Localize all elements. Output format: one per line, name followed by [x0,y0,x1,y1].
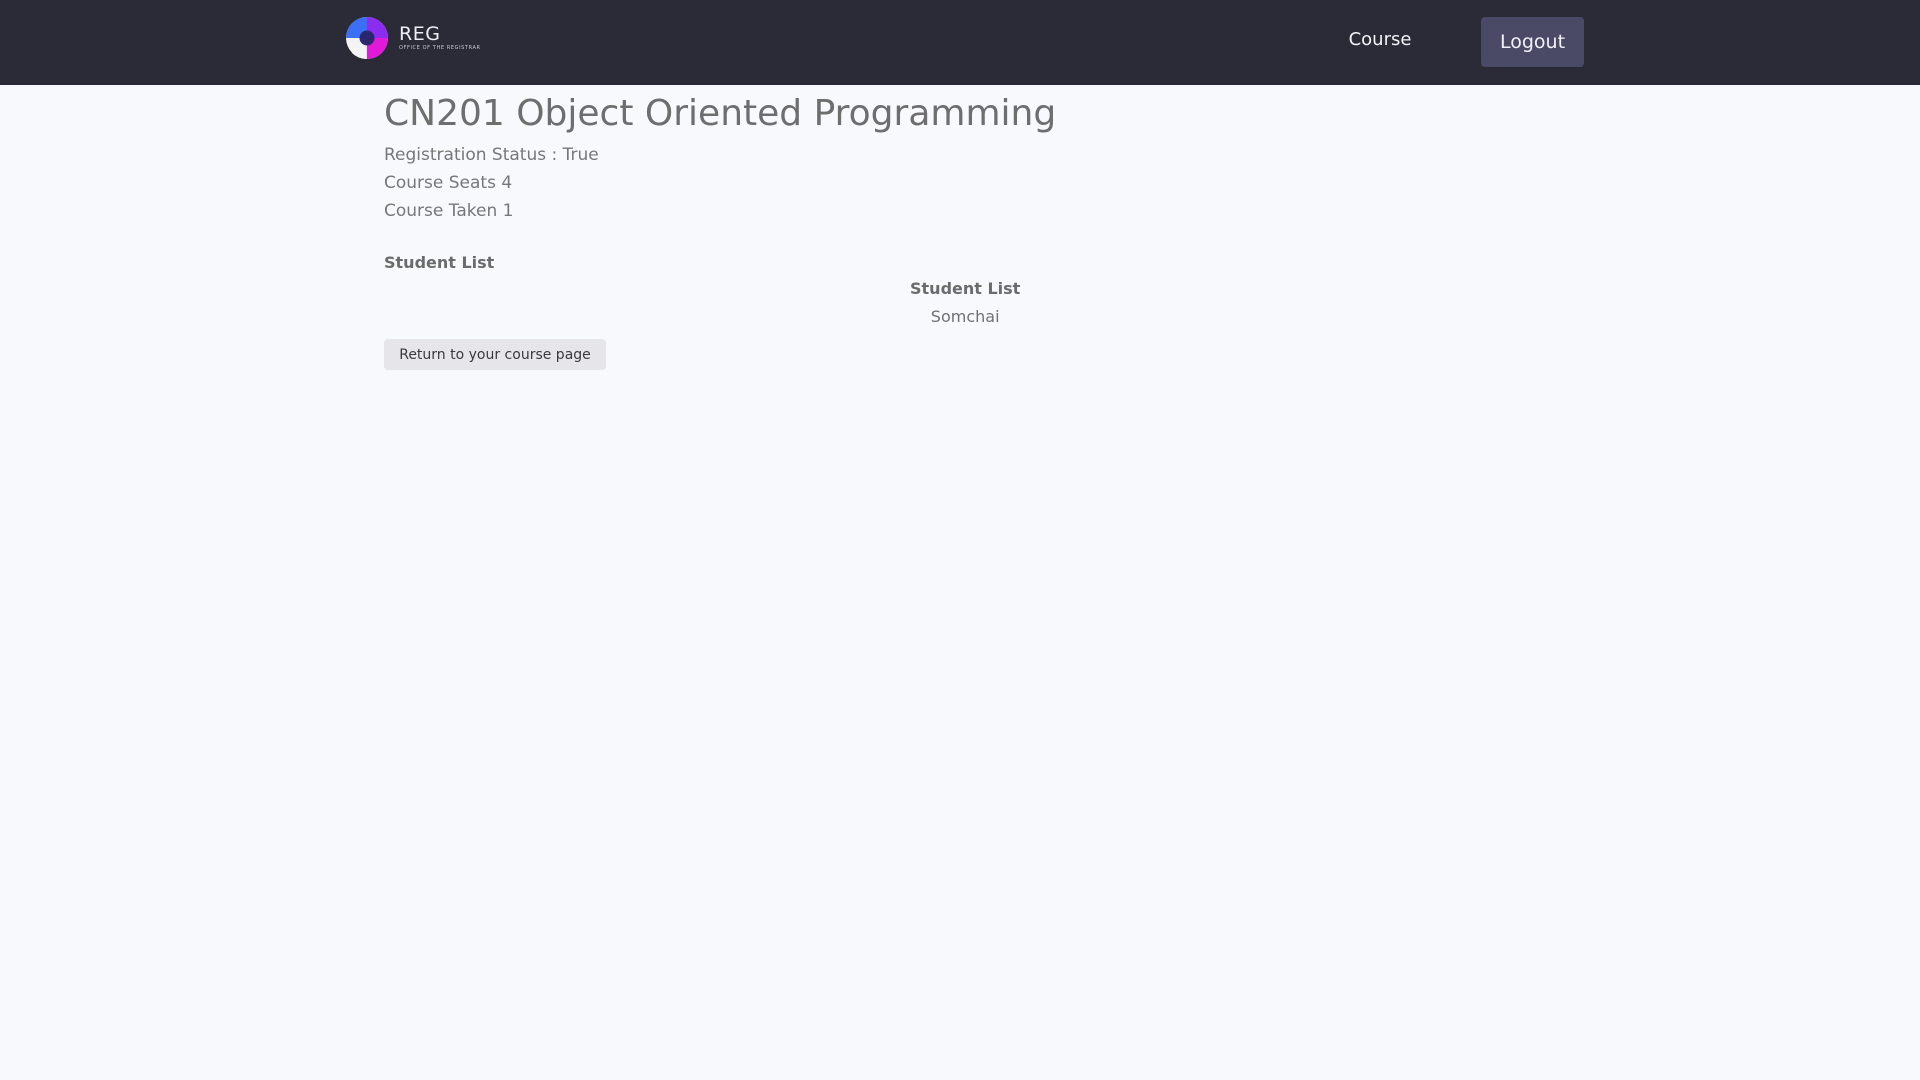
return-to-course-page-button[interactable]: Return to your course page [384,339,606,370]
top-navbar: REG OFFICE OF THE REGISTRAR Course Logou… [0,0,1920,85]
reg-logo-icon [346,17,388,59]
student-name-cell: Somchai [930,307,1000,326]
logout-button[interactable]: Logout [1481,17,1584,67]
brand-text: REG OFFICE OF THE REGISTRAR [399,24,481,52]
student-list-heading: Student List [384,253,495,272]
registration-status: Registration Status : True [384,145,599,165]
brand-home-link[interactable]: REG OFFICE OF THE REGISTRAR [346,16,481,60]
brand-name: REG [399,23,441,45]
brand-subtitle: OFFICE OF THE REGISTRAR [399,45,481,51]
table-header-cell: Student List [910,279,1021,298]
course-taken: Course Taken 1 [384,201,514,221]
nav-link-course[interactable]: Course [1340,28,1420,52]
table-row: Somchai [910,307,1020,327]
course-title: CN201 Object Oriented Programming [384,93,1057,134]
course-seats: Course Seats 4 [384,173,513,193]
student-list-table: Student List Somchai [910,279,1020,327]
table-header-row: Student List [910,279,1020,307]
